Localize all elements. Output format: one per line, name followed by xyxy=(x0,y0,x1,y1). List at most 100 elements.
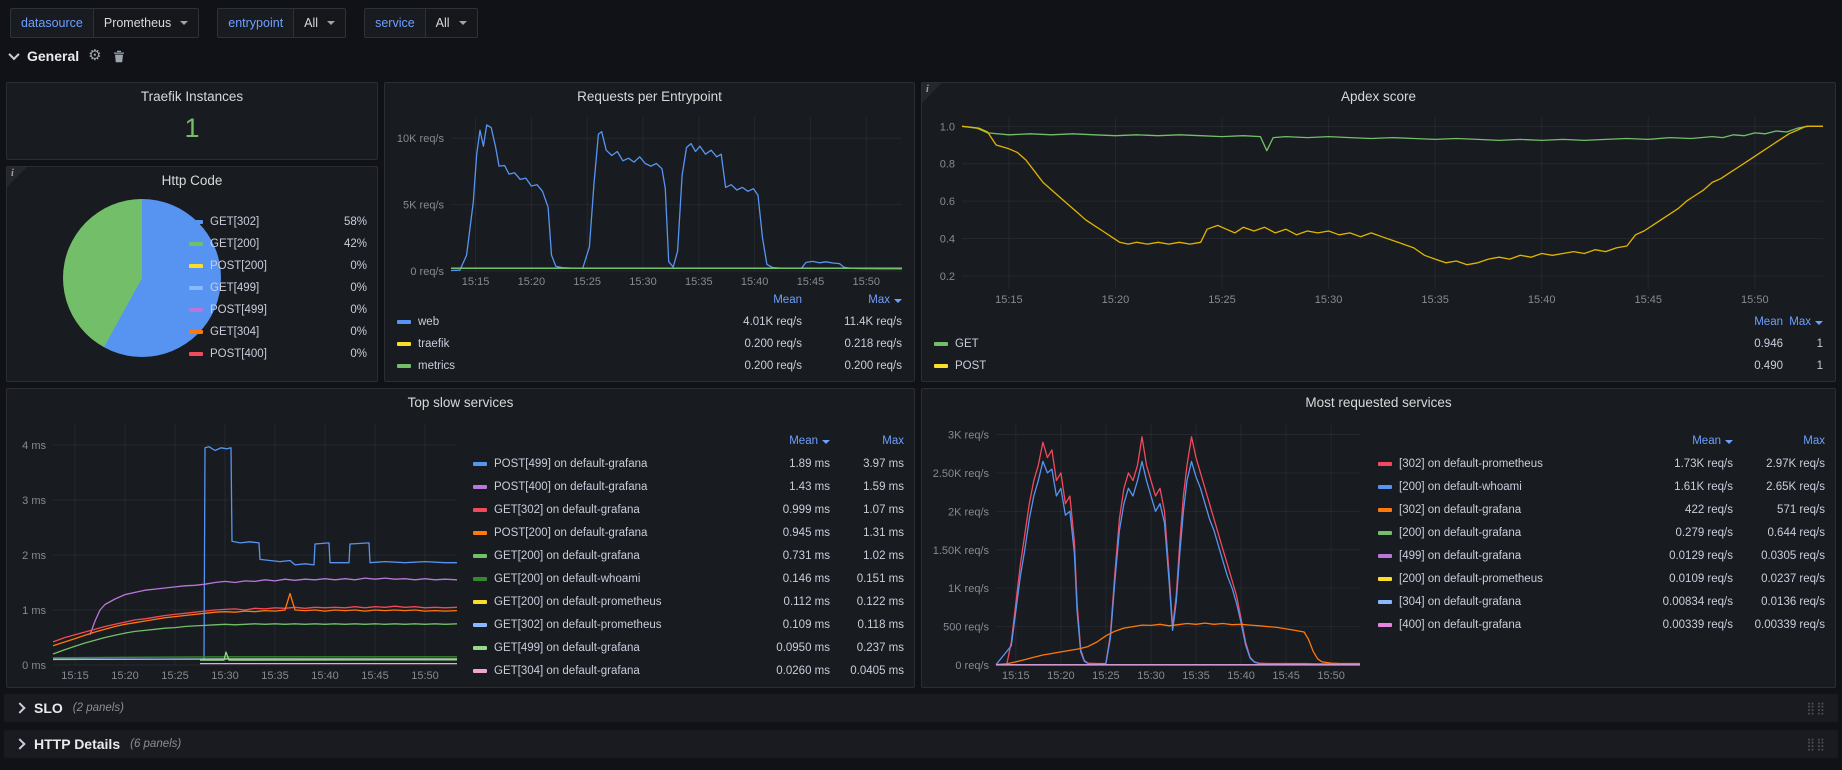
legend-item[interactable]: [200] on default-whoami1.61K req/s2.65K … xyxy=(1378,475,1825,498)
series-label[interactable]: GET[499] xyxy=(210,282,325,294)
series-label[interactable]: GET[302] xyxy=(210,216,325,228)
requests-per-entrypoint-chart[interactable]: 15:1515:2015:2515:3015:3515:4015:4515:50… xyxy=(391,109,910,289)
series-label[interactable]: [200] on default-whoami xyxy=(1399,481,1633,493)
legend-item[interactable]: GET[304]0% xyxy=(189,321,367,343)
legend-item[interactable]: GET0.9461 xyxy=(934,333,1823,355)
series-label[interactable]: GET[302] on default-prometheus xyxy=(494,619,756,631)
legend-item[interactable]: POST[400]0% xyxy=(189,343,367,365)
series-label[interactable]: GET xyxy=(955,338,1719,350)
panel-title-most-requested-services[interactable]: Most requested services xyxy=(922,395,1835,410)
series-label[interactable]: [302] on default-grafana xyxy=(1399,504,1633,516)
legend-item[interactable]: traefik0.200 req/s0.218 req/s xyxy=(397,333,902,355)
variable-datasource-select[interactable]: Prometheus xyxy=(94,8,199,38)
variable-entrypoint-select[interactable]: All xyxy=(294,8,346,38)
series-label[interactable]: [200] on default-grafana xyxy=(1399,527,1633,539)
legend-sort-mean[interactable]: Mean xyxy=(692,294,802,306)
most-requested-services-chart[interactable]: 15:1515:2015:2515:3015:3515:4015:4515:50… xyxy=(928,415,1368,683)
series-label[interactable]: POST[400] on default-grafana xyxy=(494,481,756,493)
legend-item[interactable]: [302] on default-grafana422 req/s571 req… xyxy=(1378,498,1825,521)
legend-item[interactable]: metrics0.200 req/s0.200 req/s xyxy=(397,355,902,377)
panel-title-apdex-score[interactable]: Apdex score xyxy=(922,89,1835,104)
series-color-icon xyxy=(1378,531,1392,535)
drag-handle-icon[interactable]: ⣿⣿ xyxy=(1806,701,1826,715)
panel-title-top-slow-services[interactable]: Top slow services xyxy=(7,395,914,410)
legend-item[interactable]: GET[302] on default-grafana0.999 ms1.07 … xyxy=(473,498,904,521)
legend-item[interactable]: GET[200] on default-prometheus0.112 ms0.… xyxy=(473,590,904,613)
row-slo[interactable]: SLO (2 panels) ⣿⣿ xyxy=(4,694,1838,722)
series-label[interactable]: GET[304] on default-grafana xyxy=(494,665,756,677)
legend-sort-max[interactable]: Max xyxy=(1733,435,1825,447)
legend-item[interactable]: [304] on default-grafana0.00834 req/s0.0… xyxy=(1378,590,1825,613)
legend-item[interactable]: web4.01K req/s11.4K req/s xyxy=(397,311,902,333)
chevron-down-icon xyxy=(327,21,335,25)
series-label[interactable]: [302] on default-prometheus xyxy=(1399,458,1633,470)
series-label[interactable]: traefik xyxy=(418,338,692,350)
panel-title-http-code[interactable]: Http Code xyxy=(7,173,377,188)
legend-item[interactable]: [499] on default-grafana0.0129 req/s0.03… xyxy=(1378,544,1825,567)
series-label[interactable]: POST xyxy=(955,360,1719,372)
series-label[interactable]: POST[200] xyxy=(210,260,325,272)
row-title-slo[interactable]: SLO xyxy=(34,700,63,716)
legend-item[interactable]: POST[400] on default-grafana1.43 ms1.59 … xyxy=(473,475,904,498)
legend-item[interactable]: GET[499] on default-grafana0.0950 ms0.23… xyxy=(473,636,904,659)
chevron-down-icon xyxy=(894,299,902,303)
series-label[interactable]: POST[499] on default-grafana xyxy=(494,458,756,470)
legend-header: MeanMax xyxy=(934,311,1823,333)
legend-item[interactable]: [400] on default-grafana0.00339 req/s0.0… xyxy=(1378,613,1825,636)
series-label[interactable]: GET[302] on default-grafana xyxy=(494,504,756,516)
legend-item[interactable]: POST[200] on default-grafana0.945 ms1.31… xyxy=(473,521,904,544)
legend-item[interactable]: GET[200] on default-whoami0.146 ms0.151 … xyxy=(473,567,904,590)
panel-most-requested-services: Most requested services 15:1515:2015:251… xyxy=(921,388,1836,688)
series-label[interactable]: GET[499] on default-grafana xyxy=(494,642,756,654)
series-label[interactable]: GET[200] on default-whoami xyxy=(494,573,756,585)
legend-sort-max[interactable]: Max xyxy=(830,435,904,447)
row-title-general[interactable]: General xyxy=(27,48,79,64)
legend-item[interactable]: GET[302] on default-prometheus0.109 ms0.… xyxy=(473,613,904,636)
legend-item[interactable]: GET[304] on default-grafana0.0260 ms0.04… xyxy=(473,659,904,682)
legend-sort-mean[interactable]: Mean xyxy=(1719,316,1783,328)
gear-icon[interactable]: ⚙ xyxy=(88,49,101,63)
legend-item[interactable]: GET[302]58% xyxy=(189,211,367,233)
variable-service-select[interactable]: All xyxy=(426,8,478,38)
panel-title-requests-per-entrypoint[interactable]: Requests per Entrypoint xyxy=(385,89,914,104)
series-label[interactable]: web xyxy=(418,316,692,328)
legend-sort-mean[interactable]: Mean xyxy=(1633,435,1733,447)
chevron-down-icon xyxy=(1815,321,1823,325)
series-label[interactable]: POST[499] xyxy=(210,304,325,316)
row-http-details[interactable]: HTTP Details (6 panels) ⣿⣿ xyxy=(4,730,1838,758)
series-label[interactable]: [200] on default-prometheus xyxy=(1399,573,1633,585)
legend-item[interactable]: POST[499]0% xyxy=(189,299,367,321)
legend-item[interactable]: GET[200]42% xyxy=(189,233,367,255)
apdex-score-chart[interactable]: 15:1515:2015:2515:3015:3515:4015:4515:50… xyxy=(928,109,1831,307)
svg-text:15:50: 15:50 xyxy=(853,276,881,288)
legend-item[interactable]: POST0.4901 xyxy=(934,355,1823,377)
series-label[interactable]: [400] on default-grafana xyxy=(1399,619,1633,631)
series-label[interactable]: [304] on default-grafana xyxy=(1399,596,1633,608)
series-label[interactable]: GET[200] on default-grafana xyxy=(494,550,756,562)
drag-handle-icon[interactable]: ⣿⣿ xyxy=(1806,737,1826,751)
series-label[interactable]: [499] on default-grafana xyxy=(1399,550,1633,562)
trash-icon[interactable] xyxy=(113,50,125,63)
legend-item[interactable]: POST[499] on default-grafana1.89 ms3.97 … xyxy=(473,452,904,475)
row-general[interactable]: General ⚙ xyxy=(10,48,125,64)
svg-text:15:15: 15:15 xyxy=(61,670,89,682)
series-label[interactable]: metrics xyxy=(418,360,692,372)
series-label[interactable]: GET[200] xyxy=(210,238,325,250)
legend-item[interactable]: [200] on default-grafana0.279 req/s0.644… xyxy=(1378,521,1825,544)
panel-title-traefik-instances[interactable]: Traefik Instances xyxy=(7,89,377,104)
legend-item[interactable]: GET[200] on default-grafana0.731 ms1.02 … xyxy=(473,544,904,567)
series-label[interactable]: GET[304] xyxy=(210,326,325,338)
legend-sort-max[interactable]: Max xyxy=(802,294,902,306)
legend-item[interactable]: [200] on default-prometheus0.0109 req/s0… xyxy=(1378,567,1825,590)
series-mean: 422 req/s xyxy=(1633,504,1733,516)
legend-sort-mean[interactable]: Mean xyxy=(756,435,830,447)
top-slow-services-chart[interactable]: 15:1515:2015:2515:3015:3515:4015:4515:50… xyxy=(13,415,465,683)
legend-item[interactable]: GET[499]0% xyxy=(189,277,367,299)
series-label[interactable]: GET[200] on default-prometheus xyxy=(494,596,756,608)
series-label[interactable]: POST[200] on default-grafana xyxy=(494,527,756,539)
row-title-http-details[interactable]: HTTP Details xyxy=(34,736,120,752)
series-label[interactable]: POST[400] xyxy=(210,348,325,360)
legend-item[interactable]: POST[200]0% xyxy=(189,255,367,277)
legend-item[interactable]: [302] on default-prometheus1.73K req/s2.… xyxy=(1378,452,1825,475)
legend-sort-max[interactable]: Max xyxy=(1783,316,1823,328)
